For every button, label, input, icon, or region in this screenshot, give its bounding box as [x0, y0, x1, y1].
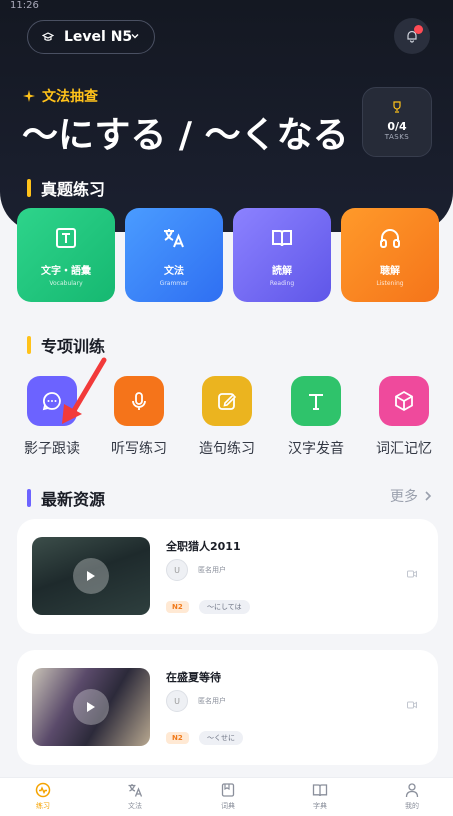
nav-label: 词典	[221, 802, 235, 810]
edit-icon	[218, 393, 237, 410]
video-camera-icon	[407, 701, 417, 709]
exam-card-grammar[interactable]: 文法 Grammar	[125, 208, 223, 302]
nav-label: 文法	[128, 802, 142, 810]
bottom-nav: 练习 文法 词典 字典 我的	[0, 777, 453, 816]
cube-icon	[395, 390, 413, 412]
video-thumbnail[interactable]	[32, 668, 150, 746]
grammar-check-tag: 文法抽查	[22, 86, 98, 106]
play-button[interactable]	[73, 689, 109, 725]
profile-icon	[405, 783, 419, 798]
play-icon	[87, 702, 95, 712]
section-bar	[27, 336, 31, 354]
training-section-label: 专项训练	[41, 337, 106, 356]
resource-card[interactable]: 全职猎人2011 U 匿名用户 N2 ～にしては	[17, 519, 438, 634]
exam-card-subtitle: Listening	[376, 280, 404, 287]
headphones-icon	[380, 229, 400, 248]
resource-card[interactable]: 在盛夏等待 U 匿名用户 N2 ～くせに	[17, 650, 438, 765]
book-icon	[272, 230, 292, 247]
practice-icon	[35, 782, 51, 798]
exam-card-title: 文法	[164, 266, 184, 277]
microphone-icon	[132, 392, 146, 410]
kanji-book-icon	[312, 784, 328, 797]
graduation-cap-icon	[42, 32, 54, 41]
training-label: 词汇记忆	[376, 441, 432, 457]
grammar-tag: ～にしては	[199, 600, 250, 614]
exam-card-listening[interactable]: 聴解 Listening	[341, 208, 439, 302]
exam-card-title: 文字・語彙	[41, 266, 91, 277]
training-label: 造句练习	[199, 441, 255, 457]
nav-tab-profile[interactable]: 我的	[382, 782, 442, 811]
play-button[interactable]	[73, 558, 109, 594]
exam-card-vocabulary[interactable]: 文字・語彙 Vocabulary	[17, 208, 115, 302]
avatar: U	[166, 690, 188, 712]
exam-card-subtitle: Reading	[269, 280, 295, 287]
nav-tab-practice[interactable]: 练习	[13, 782, 73, 811]
sparkle-icon	[23, 90, 35, 102]
notification-button[interactable]	[394, 18, 430, 54]
nav-tab-grammar[interactable]: 文法	[105, 782, 165, 811]
resource-author: 匿名用户	[198, 697, 226, 705]
text-icon	[56, 228, 76, 248]
training-kanji[interactable]: 汉字发音	[276, 376, 356, 458]
trophy-icon	[393, 101, 401, 113]
tasks-widget[interactable]: 0/4 TASKS	[362, 87, 432, 157]
training-sentence[interactable]: 造句练习	[187, 376, 267, 458]
grammar-icon	[128, 784, 143, 797]
resource-title: 全职猎人2011	[166, 540, 241, 553]
level-badge: N2	[166, 732, 189, 744]
exam-card-title: 読解	[272, 266, 292, 277]
notification-dot	[414, 25, 423, 34]
font-t-icon	[309, 394, 323, 410]
avatar: U	[166, 559, 188, 581]
pointer-arrow-icon	[62, 357, 107, 424]
resource-title: 在盛夏等待	[166, 671, 221, 684]
exam-card-subtitle: Grammar	[159, 280, 189, 287]
training-vocab[interactable]: 词汇记忆	[364, 376, 444, 458]
tasks-label: TASKS	[384, 133, 410, 141]
nav-label: 练习	[36, 802, 50, 810]
level-label: Level N5	[64, 29, 133, 45]
exam-card-reading[interactable]: 読解 Reading	[233, 208, 331, 302]
more-label: 更多	[390, 489, 418, 505]
level-selector-button[interactable]: Level N5	[27, 20, 155, 54]
resources-section-label: 最新资源	[41, 490, 106, 509]
grammar-tag: ～くせに	[199, 731, 243, 745]
nav-tab-dictionary[interactable]: 词典	[198, 782, 258, 811]
training-label: 影子跟读	[24, 441, 80, 457]
nav-label: 我的	[405, 802, 419, 810]
nav-tab-kanji[interactable]: 字典	[290, 782, 350, 811]
video-camera-icon	[407, 570, 417, 578]
grammar-check-label: 文法抽查	[42, 89, 98, 105]
chevron-right-icon	[425, 491, 432, 501]
exam-section-label: 真题练习	[41, 180, 106, 199]
level-badge: N2	[166, 601, 189, 613]
exam-card-subtitle: Vocabulary	[49, 280, 83, 287]
dictionary-icon	[221, 783, 235, 797]
exam-section-title: 真题练习	[27, 176, 105, 200]
play-icon	[87, 571, 95, 581]
training-label: 汉字发音	[288, 441, 344, 457]
status-time: 11:26	[10, 0, 39, 11]
nav-label: 字典	[313, 802, 327, 810]
translate-icon	[164, 229, 184, 248]
tasks-count: 0/4	[387, 120, 407, 133]
grammar-title[interactable]: ～にする / ～くなる	[22, 106, 349, 158]
video-thumbnail[interactable]	[32, 537, 150, 615]
section-bar	[27, 179, 31, 197]
resources-section-title: 最新资源	[27, 486, 105, 510]
exam-card-title: 聴解	[380, 266, 400, 277]
resource-author: 匿名用户	[198, 566, 226, 574]
chevron-down-icon	[131, 34, 139, 39]
training-section-title: 专项训练	[27, 333, 105, 357]
more-link[interactable]: 更多	[390, 486, 432, 506]
training-label: 听写练习	[111, 441, 167, 457]
section-bar	[27, 489, 31, 507]
